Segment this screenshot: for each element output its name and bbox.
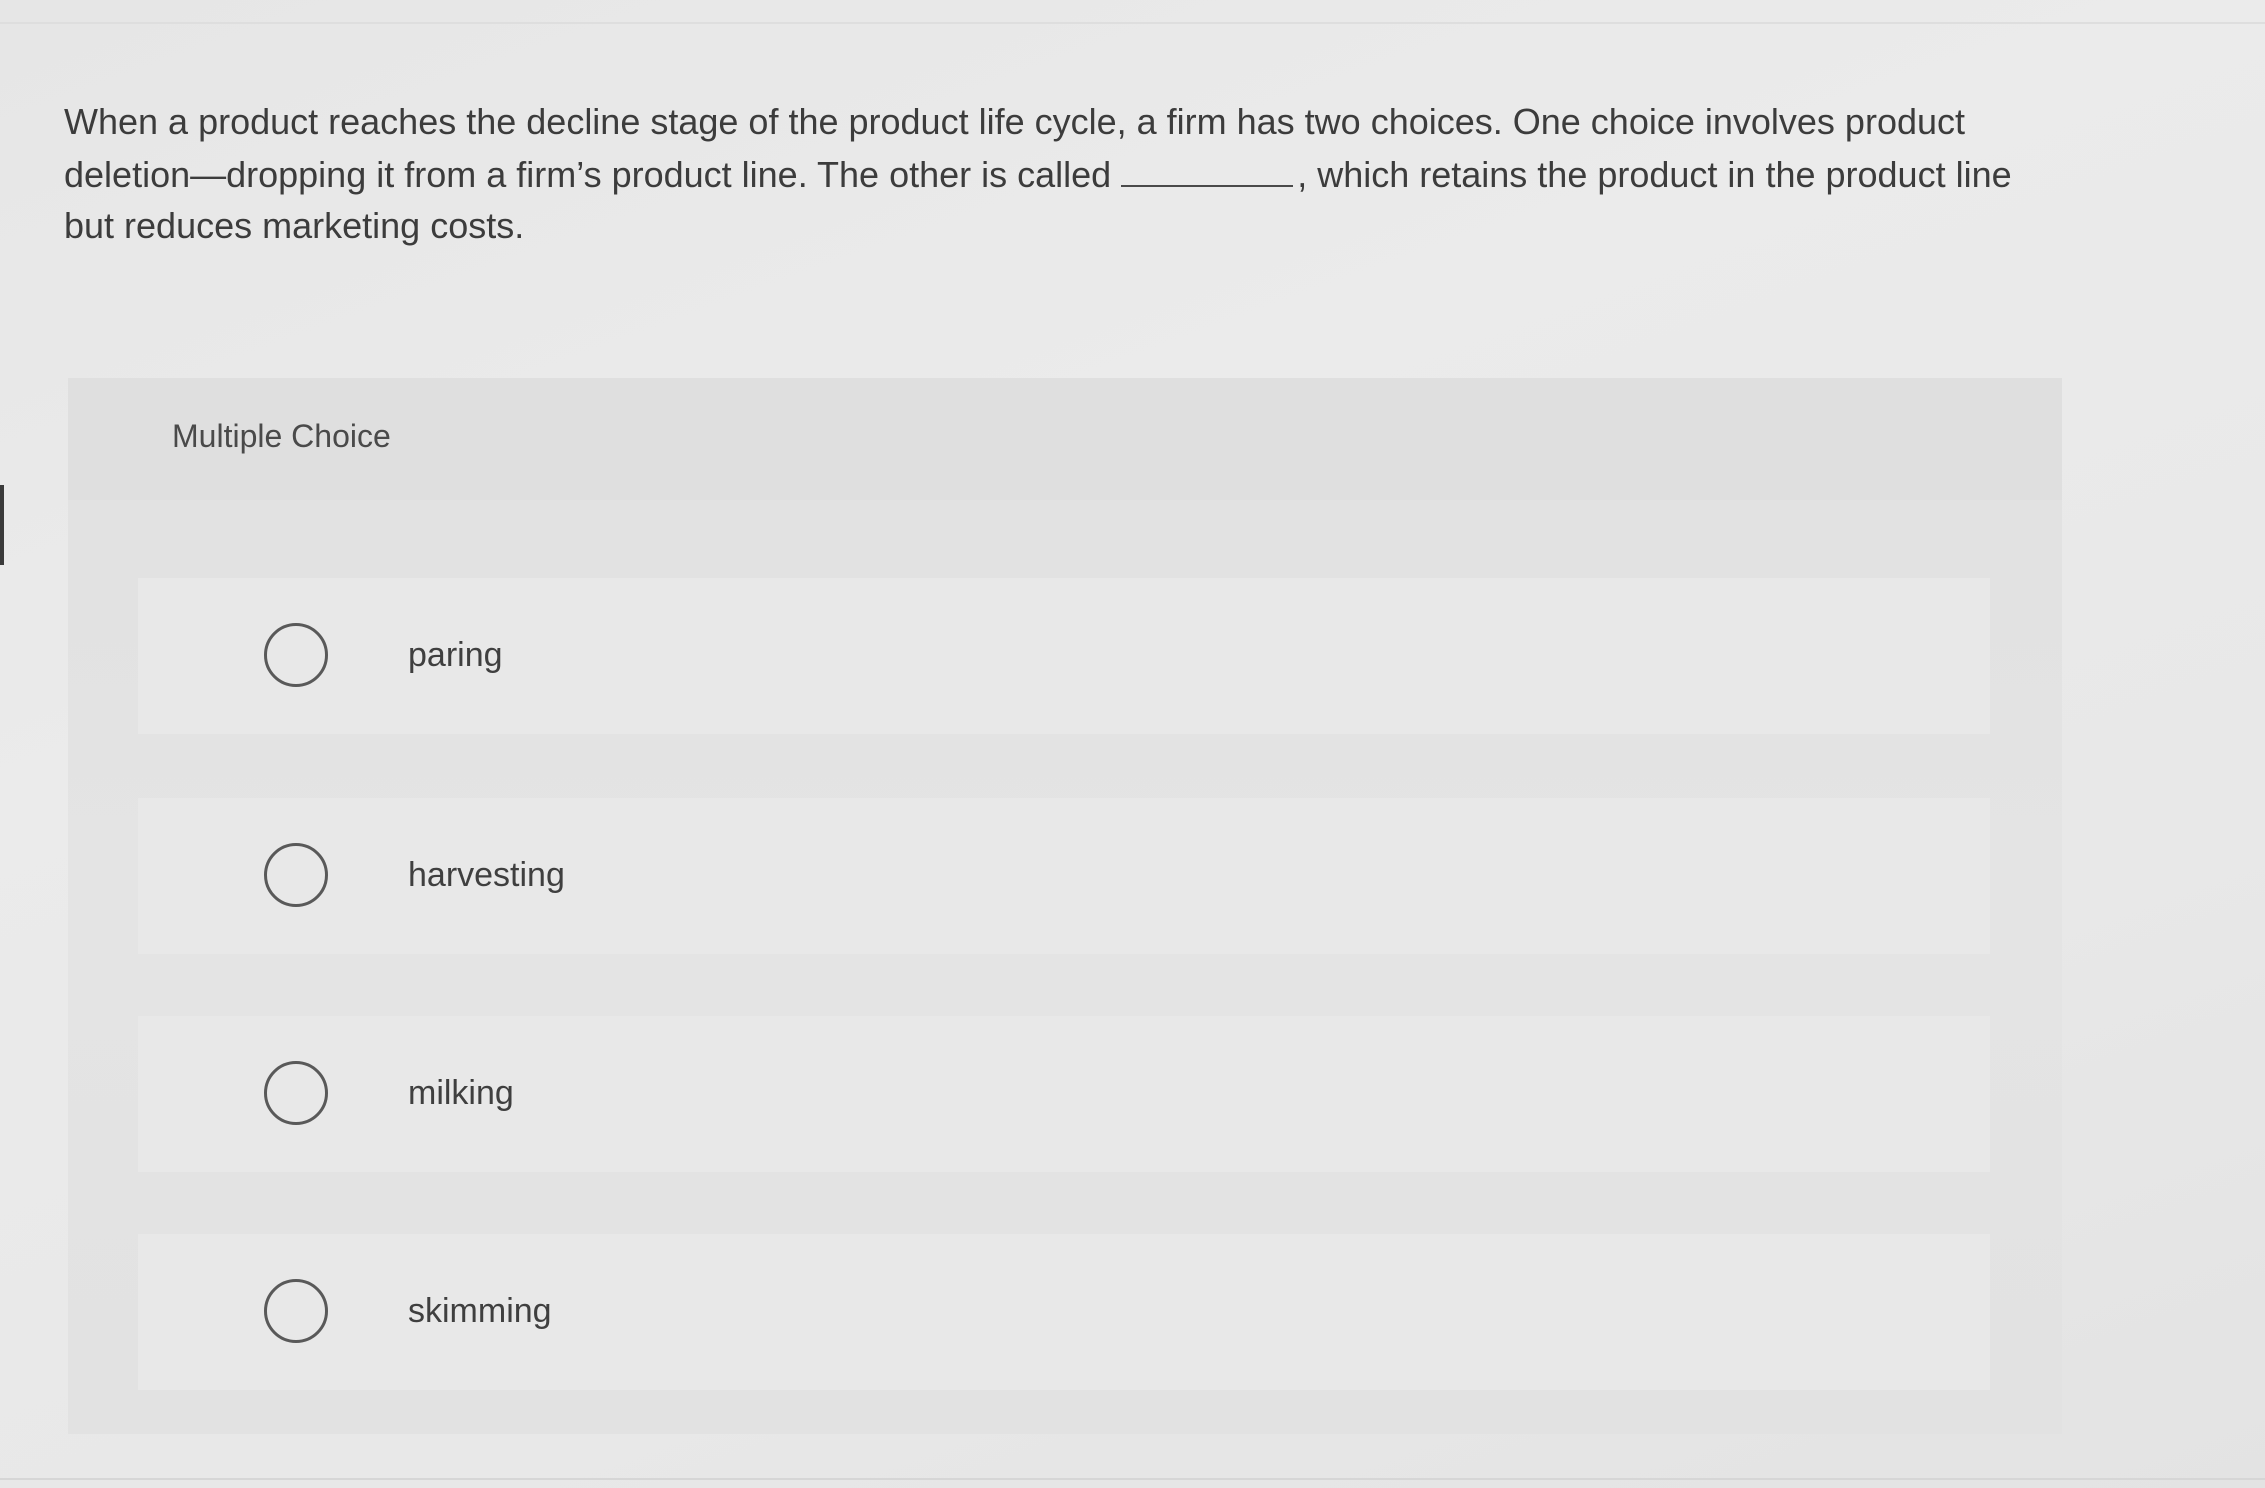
radio-button-icon[interactable]	[264, 623, 328, 687]
radio-button-icon[interactable]	[264, 1279, 328, 1343]
option-label: milking	[408, 1074, 514, 1112]
option-label: paring	[408, 636, 503, 674]
multiple-choice-label: Multiple Choice	[172, 418, 391, 454]
option-skimming[interactable]: skimming	[138, 1234, 1990, 1390]
option-label: skimming	[408, 1292, 552, 1330]
option-harvesting[interactable]: harvesting	[138, 798, 1990, 954]
multiple-choice-header: Multiple Choice	[68, 378, 2062, 500]
top-divider	[0, 22, 2265, 24]
radio-button-icon[interactable]	[264, 1061, 328, 1125]
radio-button-icon[interactable]	[264, 843, 328, 907]
multiple-choice-panel: Multiple Choice paring harvesting milkin…	[68, 378, 2062, 1434]
window-edge	[0, 485, 4, 565]
question-text: When a product reaches the decline stage…	[64, 96, 2044, 251]
option-milking[interactable]: milking	[138, 1016, 1990, 1172]
bottom-divider	[0, 1478, 2265, 1480]
option-paring[interactable]: paring	[138, 578, 1990, 734]
option-label: harvesting	[408, 856, 565, 894]
answer-blank	[1121, 147, 1294, 187]
